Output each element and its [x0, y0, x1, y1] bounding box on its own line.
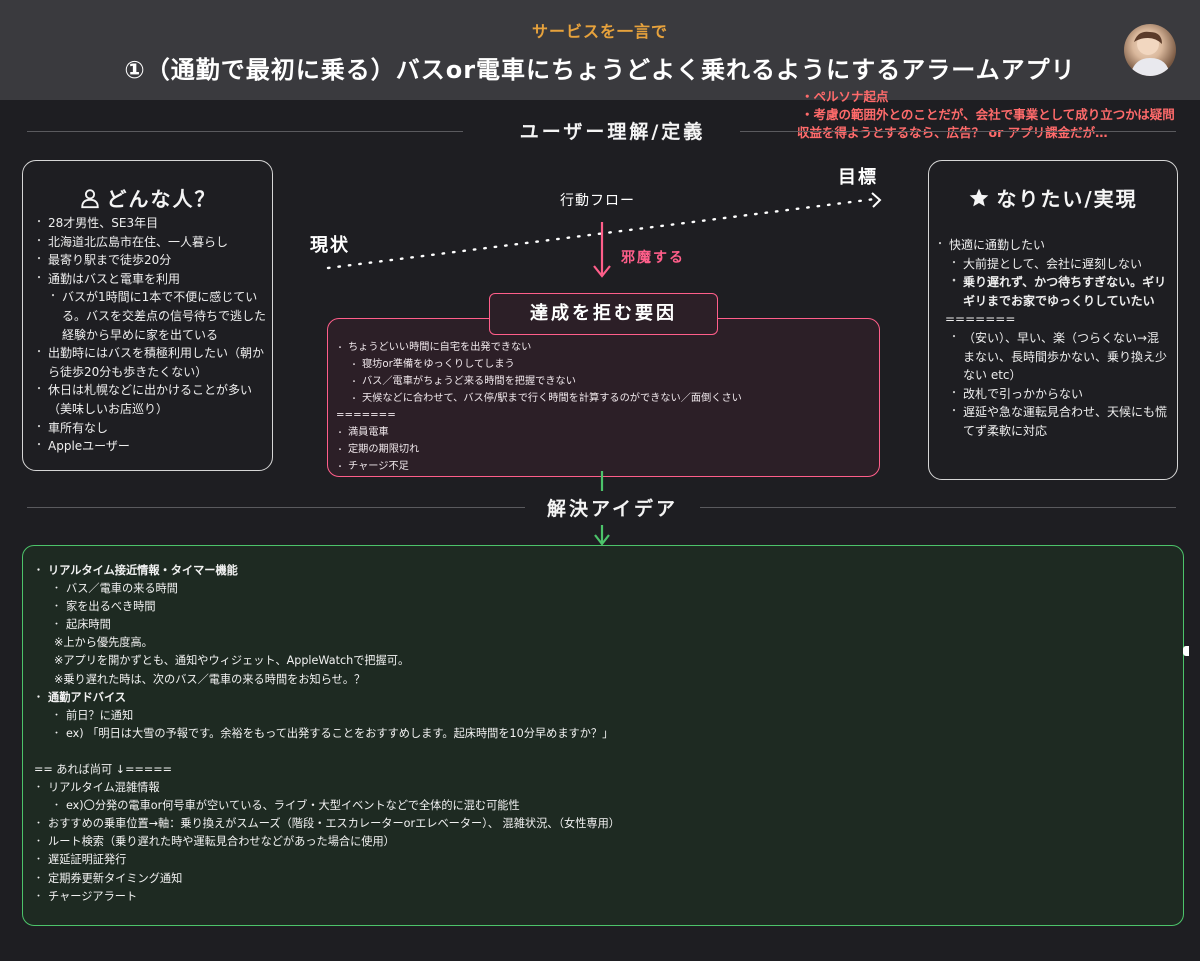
list-item: 北海道北広島市在住、一人暮らし: [34, 233, 266, 252]
flow-current-label: 現状: [310, 235, 350, 256]
list-item: 通勤はバスと電車を利用: [34, 270, 266, 289]
list-item: Appleユーザー: [34, 437, 266, 456]
header-bar: サービスを一言で ①（通勤で最初に乗る）バスor電車にちょうどよく乗れるようにす…: [0, 0, 1200, 100]
list-item: バス／電車がちょうど来る時間を把握できない: [336, 373, 876, 390]
action-flow-label: 行動フロー: [560, 193, 635, 209]
section-title-solution: 解決アイデア: [525, 494, 700, 521]
divider-line: [740, 131, 1176, 132]
note-line: 収益を得ようとするなら、広告？ or アプリ課金だが…: [797, 125, 1108, 140]
note-line: ・ペルソナ起点: [801, 89, 889, 104]
avatar[interactable]: [1124, 24, 1176, 76]
divider-line: [27, 131, 463, 132]
hindrance-label: 邪魔する: [621, 250, 685, 266]
list-item: （安い）、早い、楽（つらくない→混まない、長時間歩かない、乗り換え少ない etc…: [935, 329, 1171, 385]
list-item: 遅延や急な運転見合わせ、天候にも慌てず柔軟に対応: [935, 403, 1171, 440]
goal-title-row: なりたい/実現: [929, 183, 1177, 212]
list-item: おすすめの乗車位置→軸：乗り換えがスムーズ（階段・エスカレーターorエレベーター…: [34, 815, 1174, 833]
goal-list: 快適に通勤したい 大前提として、会社に遅刻しない 乗り遅れず、かつ待ちすぎない。…: [935, 236, 1171, 441]
obstacle-card: ちょうどいい時間に自宅を出発できない 寝坊or準備をゆっくりしてしまう バス／電…: [327, 318, 880, 477]
review-notes: ・ペルソナ起点 ・考慮の範囲外とのことだが、会社で事業として成り立つかは疑問 収…: [797, 88, 1175, 142]
list-item: 家を出るべき時間: [34, 598, 1174, 616]
list-note: ※アプリを開かずとも、通知やウィジェット、AppleWatchで把握可。: [54, 654, 410, 668]
idea-card: リアルタイム接近情報・タイマー機能 バス／電車の来る時間 家を出るべき時間 起床…: [22, 545, 1184, 926]
list-item: リアルタイム接近情報・タイマー機能: [34, 562, 1174, 580]
list-item: 快適に通勤したい: [935, 236, 1171, 255]
star-icon: [969, 188, 989, 207]
persona-card: どんな人？ 28才男性、SE3年目 北海道北広島市在住、一人暮らし 最寄り駅まで…: [22, 160, 273, 471]
idea-list: リアルタイム接近情報・タイマー機能 バス／電車の来る時間 家を出るべき時間 起床…: [34, 562, 1174, 906]
list-item: 出勤時にはバスを積極利用したい（朝から徒歩20分も歩きたくない）: [34, 344, 266, 381]
list-note: ※上から優先度高。: [54, 636, 153, 650]
list-item: 乗り遅れず、かつ待ちすぎない。ギリギリまでお家でゆっくりしていたい: [935, 273, 1171, 310]
list-item: 満員電車: [336, 424, 876, 441]
resize-handle[interactable]: [1183, 646, 1189, 656]
separator-line: =======: [336, 410, 396, 421]
list-item: リアルタイム混雑情報: [34, 779, 1174, 797]
list-item: 最寄り駅まで徒歩20分: [34, 251, 266, 270]
divider-line: [680, 507, 1176, 508]
note-line: ・考慮の範囲外とのことだが、会社で事業として成り立つかは疑問: [801, 107, 1175, 122]
section-title-user: ユーザー理解/定義: [485, 117, 740, 144]
list-item: チャージアラート: [34, 888, 1174, 906]
goal-title: なりたい/実現: [996, 187, 1138, 211]
separator-line: == あれば尚可 ↓=====: [34, 762, 173, 776]
divider-line: [27, 507, 527, 508]
list-item: 起床時間: [34, 616, 1174, 634]
flow-goal-label: 目標: [838, 167, 878, 188]
separator-line: =======: [945, 312, 1016, 327]
list-item: 改札で引っかからない: [935, 385, 1171, 404]
list-item: 通勤アドバイス: [34, 689, 1174, 707]
goal-card: なりたい/実現 快適に通勤したい 大前提として、会社に遅刻しない 乗り遅れず、か…: [928, 160, 1178, 480]
list-item: ex) 「明日は大雪の予報です。余裕をもって出発することをおすすめします。起床時…: [34, 725, 1174, 743]
blank-line: [34, 743, 1174, 761]
obstacle-title: 達成を拒む要因: [489, 293, 718, 335]
page-title: ①（通勤で最初に乗る）バスor電車にちょうどよく乗れるようにするアラームアプリ: [124, 56, 1076, 84]
list-item: バス／電車の来る時間: [34, 580, 1174, 598]
list-item: ex)〇分発の電車or何号車が空いている、ライブ・大型イベントなどで全体的に混む…: [34, 797, 1174, 815]
persona-title-row: どんな人？: [23, 183, 272, 212]
avatar-photo-icon: [1130, 31, 1170, 76]
flow-arrow-head-icon: [871, 192, 882, 208]
obstacle-list: ちょうどいい時間に自宅を出発できない 寝坊or準備をゆっくりしてしまう バス／電…: [336, 339, 876, 475]
list-item: バスが1時間に1本で不便に感じている。バスを交差点の信号待ちで逃した経験から早め…: [34, 288, 266, 344]
list-item: 車所有なし: [34, 419, 266, 438]
list-item: 寝坊or準備をゆっくりしてしまう: [336, 356, 876, 373]
list-item: 前日？に通知: [34, 707, 1174, 725]
list-item: 大前提として、会社に遅刻しない: [935, 255, 1171, 274]
list-item: 遅延証明証発行: [34, 851, 1174, 869]
list-item: 28才男性、SE3年目: [34, 214, 266, 233]
list-item: 定期券更新タイミング通知: [34, 870, 1174, 888]
list-item: 休日は札幌などに出かけることが多い（美味しいお店巡り）: [34, 381, 266, 418]
list-note: ※乗り遅れた時は、次のバス／電車の来る時間をお知らせ。？: [54, 672, 366, 686]
person-icon: [80, 189, 99, 209]
list-item: ちょうどいい時間に自宅を出発できない: [336, 339, 876, 356]
tagline: サービスを一言で: [531, 22, 668, 41]
list-item: ルート検索（乗り遅れた時や運転見合わせなどがあった場合に使用）: [34, 833, 1174, 851]
persona-list: 28才男性、SE3年目 北海道北広島市在住、一人暮らし 最寄り駅まで徒歩20分 …: [34, 214, 266, 456]
list-item: 定期の期限切れ: [336, 441, 876, 458]
list-item: 天候などに合わせて、バス停/駅まで行く時間を計算するのができない／面倒くさい: [336, 390, 876, 407]
persona-title: どんな人？: [106, 187, 217, 211]
